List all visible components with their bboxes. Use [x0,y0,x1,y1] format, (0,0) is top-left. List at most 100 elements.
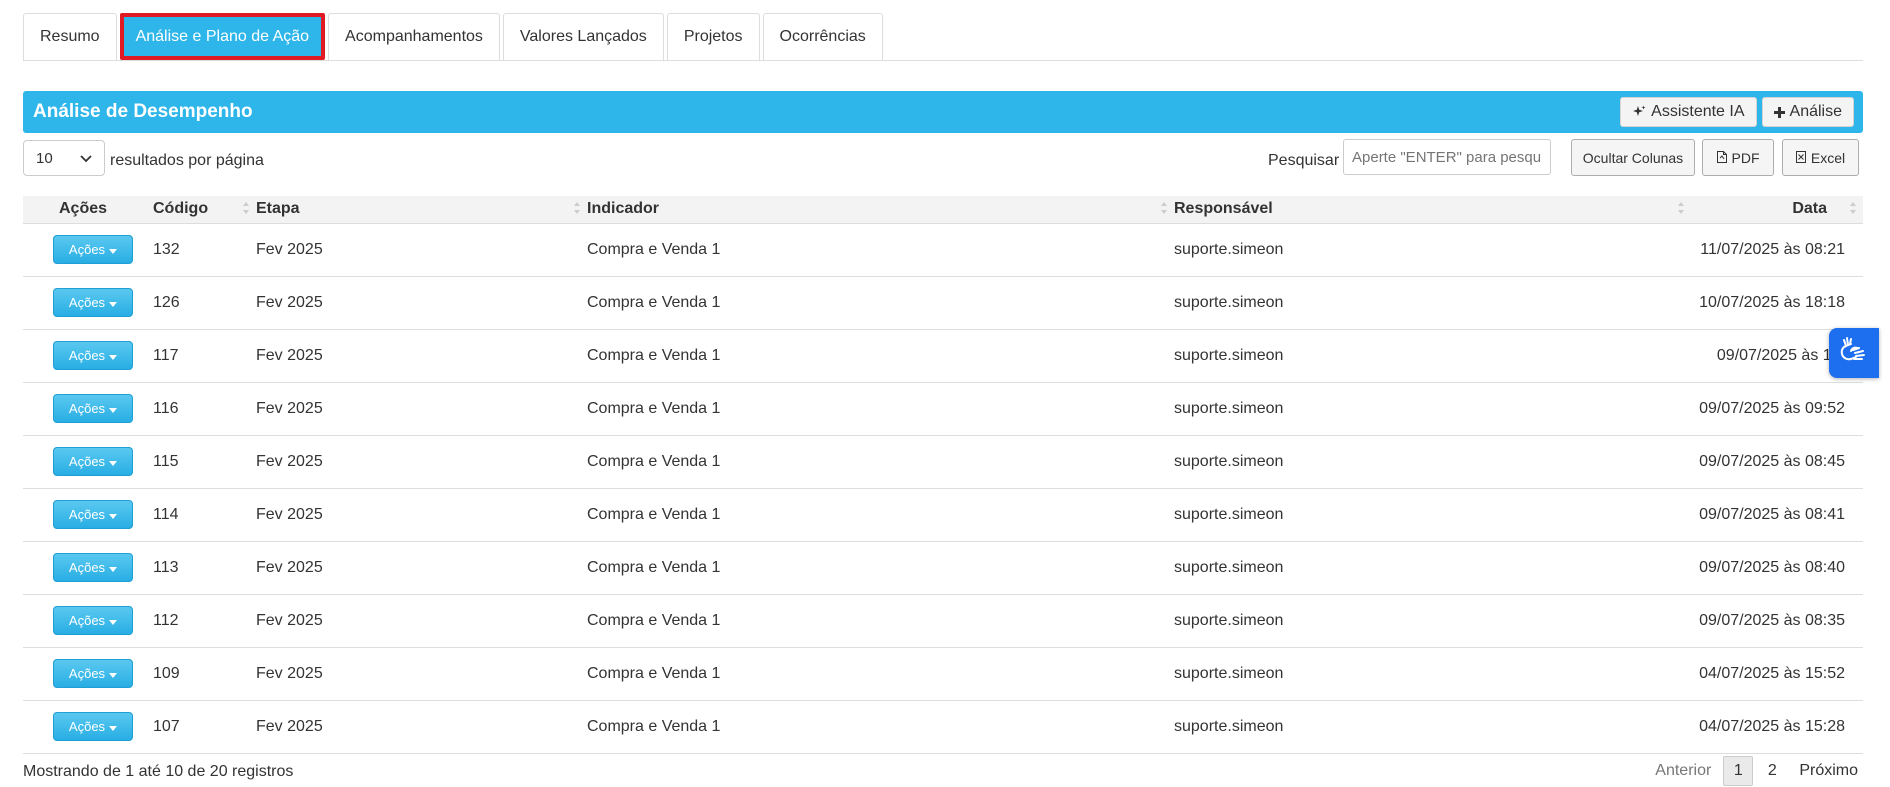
indicador-cell: Compra e Venda 1 [587,435,1174,489]
panel-header: Análise de Desempenho Assistente IA Anál… [23,91,1863,133]
sort-icon [1677,201,1685,220]
caret-down-icon [109,454,118,469]
etapa-cell: Fev 2025 [256,647,587,701]
column-header-data[interactable]: Data [1691,196,1863,224]
codigo-cell: 112 [143,594,256,648]
page-length-label: resultados por página [110,152,264,169]
acoes-label: Ações [68,666,106,681]
tab-projetos[interactable]: Projetos [666,13,760,60]
hide-columns-button[interactable]: Ocultar Colunas [1571,139,1695,176]
acoes-dropdown-button[interactable]: Ações [53,500,133,529]
table-row: Ações 132 Fev 2025 Compra e Venda 1 supo… [23,223,1863,277]
previous-page-button[interactable]: Anterior [1647,756,1719,786]
sort-icon [573,201,581,220]
acoes-label: Ações [68,295,106,310]
sort-icon [1160,201,1168,220]
acoes-label: Ações [68,242,106,257]
export-pdf-button[interactable]: PDF [1702,139,1774,176]
data-cell: 11/07/2025 às 08:21 [1691,223,1863,277]
indicador-cell: Compra e Venda 1 [587,329,1174,383]
tab-resumo[interactable]: Resumo [23,13,117,60]
acoes-dropdown-button[interactable]: Ações [53,553,133,582]
data-cell: 09/07/2025 às 08:45 [1691,435,1863,489]
responsavel-cell: suporte.simeon [1174,276,1691,330]
codigo-cell: 113 [143,541,256,595]
plus-icon [1773,106,1785,118]
excel-label: Excel [1810,149,1846,166]
responsavel-cell: suporte.simeon [1174,541,1691,595]
indicador-cell: Compra e Venda 1 [587,488,1174,542]
responsavel-cell: suporte.simeon [1174,488,1691,542]
table-body: Ações 132 Fev 2025 Compra e Venda 1 supo… [23,223,1863,754]
table-row: Ações 113 Fev 2025 Compra e Venda 1 supo… [23,541,1863,595]
codigo-cell: 117 [143,329,256,383]
caret-down-icon [109,348,118,363]
tab-ocorrencias[interactable]: Ocorrências [762,13,883,60]
acoes-dropdown-button[interactable]: Ações [53,235,133,264]
acoes-cell: Ações [23,700,143,754]
table-row: Ações 107 Fev 2025 Compra e Venda 1 supo… [23,700,1863,754]
acoes-dropdown-button[interactable]: Ações [53,447,133,476]
codigo-cell: 132 [143,223,256,277]
acoes-cell: Ações [23,541,143,595]
export-excel-button[interactable]: Excel [1782,139,1859,176]
indicador-cell: Compra e Venda 1 [587,541,1174,595]
acoes-dropdown-button[interactable]: Ações [53,341,133,370]
table-row: Ações 115 Fev 2025 Compra e Venda 1 supo… [23,435,1863,489]
tab-analise-plano-acao[interactable]: Análise e Plano de Ação [119,13,326,60]
column-header-responsavel[interactable]: Responsável [1174,196,1691,224]
column-header-codigo[interactable]: Código [143,196,256,224]
sparkles-icon [1632,105,1646,119]
pdf-file-icon [1716,150,1727,166]
sign-language-hands-icon [1837,336,1871,371]
pdf-label: PDF [1731,149,1760,166]
etapa-cell: Fev 2025 [256,541,587,595]
indicador-cell: Compra e Venda 1 [587,700,1174,754]
assistente-ia-button[interactable]: Assistente IA [1620,97,1757,127]
sort-icon [1849,201,1857,220]
acoes-dropdown-button[interactable]: Ações [53,288,133,317]
responsavel-cell: suporte.simeon [1174,594,1691,648]
codigo-cell: 126 [143,276,256,330]
codigo-cell: 115 [143,435,256,489]
column-header-etapa[interactable]: Etapa [256,196,587,224]
data-cell: 09/07/2025 às 08:35 [1691,594,1863,648]
etapa-cell: Fev 2025 [256,382,587,436]
hide-columns-label: Ocultar Colunas [1582,149,1684,166]
column-header-acoes: Ações [23,196,143,224]
tab-valores-lancados[interactable]: Valores Lançados [502,13,664,60]
responsavel-cell: suporte.simeon [1174,329,1691,383]
acoes-label: Ações [68,560,106,575]
add-analise-button[interactable]: Análise [1761,97,1854,127]
acoes-dropdown-button[interactable]: Ações [53,659,133,688]
acoes-dropdown-button[interactable]: Ações [53,712,133,741]
caret-down-icon [109,242,118,257]
caret-down-icon [109,507,118,522]
etapa-cell: Fev 2025 [256,329,587,383]
search-input[interactable] [1343,139,1551,175]
add-analise-label: Análise [1789,103,1842,120]
accessibility-widget-button[interactable] [1829,328,1879,378]
table-row: Ações 114 Fev 2025 Compra e Venda 1 supo… [23,488,1863,542]
codigo-cell: 107 [143,700,256,754]
indicador-cell: Compra e Venda 1 [587,276,1174,330]
page-button-1[interactable]: 1 [1723,756,1754,786]
table-row: Ações 112 Fev 2025 Compra e Venda 1 supo… [23,594,1863,648]
tab-acompanhamentos[interactable]: Acompanhamentos [328,13,500,60]
next-page-button[interactable]: Próximo [1791,756,1866,786]
codigo-cell: 114 [143,488,256,542]
pagination: Anterior 1 2 Próximo [1647,756,1866,786]
acoes-cell: Ações [23,329,143,383]
column-header-indicador[interactable]: Indicador [587,196,1174,224]
caret-down-icon [109,401,118,416]
table-row: Ações 117 Fev 2025 Compra e Venda 1 supo… [23,329,1863,383]
page-length-select[interactable]: 10 [23,140,105,176]
etapa-cell: Fev 2025 [256,700,587,754]
etapa-cell: Fev 2025 [256,488,587,542]
acoes-dropdown-button[interactable]: Ações [53,606,133,635]
etapa-cell: Fev 2025 [256,223,587,277]
caret-down-icon [109,666,118,681]
caret-down-icon [109,613,118,628]
acoes-dropdown-button[interactable]: Ações [53,394,133,423]
page-button-2[interactable]: 2 [1757,756,1787,786]
